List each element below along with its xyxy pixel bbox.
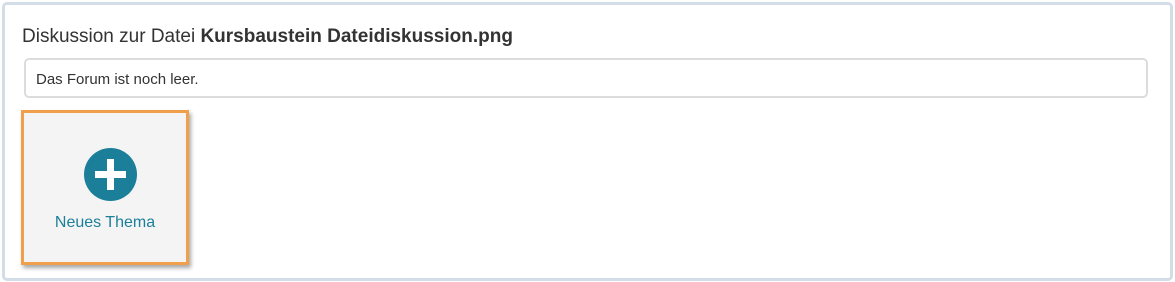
- new-topic-button[interactable]: Neues Thema: [21, 110, 189, 265]
- forum-panel: Diskussion zur Datei Kursbaustein Dateid…: [2, 2, 1173, 281]
- new-topic-label[interactable]: Neues Thema: [29, 214, 181, 232]
- forum-heading: Diskussion zur Datei Kursbaustein Dateid…: [22, 26, 513, 48]
- plus-circle-icon: [84, 148, 137, 201]
- empty-forum-notice: Das Forum ist noch leer.: [24, 58, 1148, 98]
- empty-forum-message: Das Forum ist noch leer.: [36, 71, 199, 88]
- new-topic-tile[interactable]: Neues Thema: [29, 118, 181, 257]
- heading-prefix: Diskussion zur Datei: [22, 26, 201, 47]
- heading-filename: Kursbaustein Dateidiskussion.png: [200, 26, 513, 47]
